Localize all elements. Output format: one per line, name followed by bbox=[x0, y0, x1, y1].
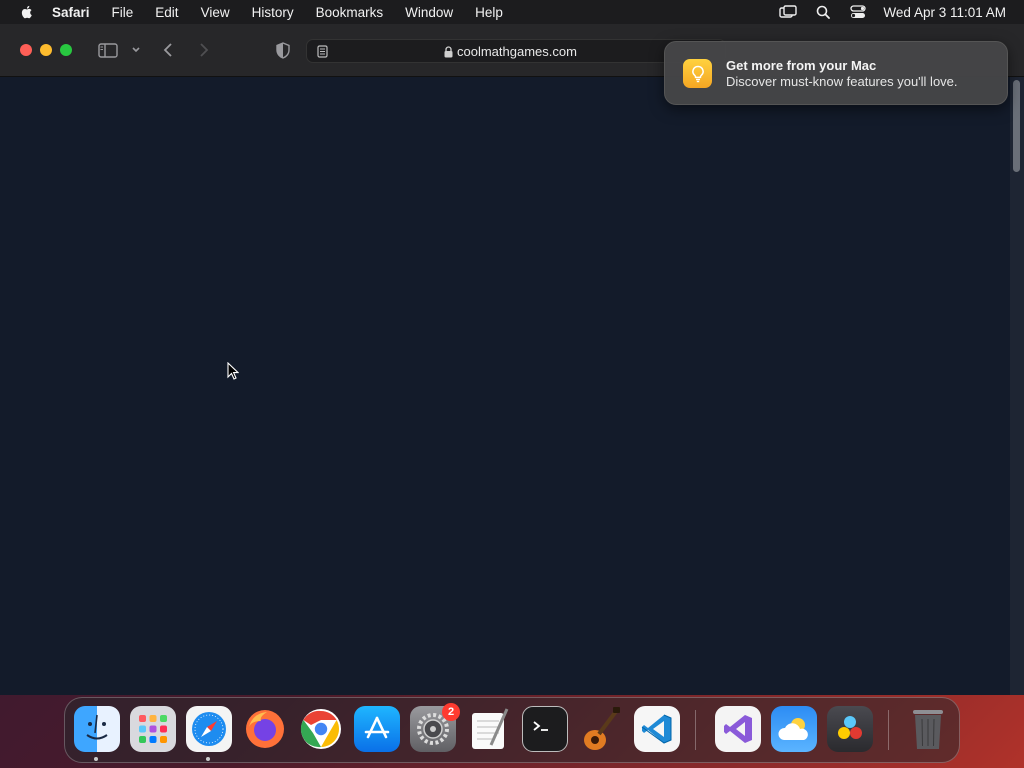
sidebar-toggle-icon[interactable] bbox=[97, 40, 119, 60]
menu-window[interactable]: Window bbox=[405, 5, 453, 20]
menu-file[interactable]: File bbox=[112, 5, 134, 20]
dock-garageband-icon[interactable] bbox=[578, 706, 624, 752]
dock-safari-icon[interactable] bbox=[186, 706, 232, 752]
system-settings-badge: 2 bbox=[442, 703, 460, 721]
window-close-button[interactable] bbox=[20, 44, 32, 56]
reader-mode-icon[interactable] bbox=[317, 45, 328, 63]
window-minimize-button[interactable] bbox=[40, 44, 52, 56]
screen-mirroring-icon[interactable] bbox=[779, 4, 798, 20]
menu-bar-clock[interactable]: Wed Apr 3 11:01 AM bbox=[883, 5, 1006, 20]
dock-launchpad-icon[interactable] bbox=[130, 706, 176, 752]
mouse-cursor-icon bbox=[227, 362, 239, 380]
dock-separator bbox=[888, 710, 889, 750]
menu-bookmarks[interactable]: Bookmarks bbox=[316, 5, 384, 20]
tips-notification[interactable]: Get more from your Mac Discover must-kno… bbox=[664, 41, 1008, 105]
address-bar[interactable]: coolmathgames.com bbox=[306, 39, 726, 63]
menu-view[interactable]: View bbox=[201, 5, 230, 20]
lock-icon bbox=[444, 45, 453, 63]
dock-weather-icon[interactable] bbox=[771, 706, 817, 752]
dock-terminal-icon[interactable] bbox=[522, 706, 568, 752]
dock-trash-icon[interactable] bbox=[905, 706, 951, 752]
menu-bar: Safari File Edit View History Bookmarks … bbox=[0, 0, 1024, 24]
menu-edit[interactable]: Edit bbox=[155, 5, 178, 20]
control-center-icon[interactable] bbox=[849, 4, 867, 20]
dock-app-store-icon[interactable] bbox=[354, 706, 400, 752]
notification-body: Discover must-know features you'll love. bbox=[726, 74, 958, 89]
safari-running-indicator bbox=[206, 757, 210, 761]
dock-finder-icon[interactable] bbox=[74, 706, 120, 752]
dock-chrome-icon[interactable] bbox=[298, 706, 344, 752]
apple-logo-icon[interactable] bbox=[19, 4, 35, 20]
scrollbar-thumb[interactable] bbox=[1013, 80, 1020, 172]
dock-vscode-icon[interactable] bbox=[634, 706, 680, 752]
menu-app-name[interactable]: Safari bbox=[52, 5, 90, 20]
safari-window: coolmathgames.com bbox=[0, 24, 1024, 695]
dock-firefox-icon[interactable] bbox=[242, 706, 288, 752]
finder-running-indicator bbox=[94, 757, 98, 761]
menu-history[interactable]: History bbox=[252, 5, 294, 20]
dock: 2 bbox=[64, 697, 960, 763]
notification-title: Get more from your Mac bbox=[726, 58, 877, 73]
web-content-area[interactable] bbox=[0, 77, 1010, 695]
tab-groups-chevron-down-icon[interactable] bbox=[130, 40, 142, 60]
tips-lightbulb-icon bbox=[683, 59, 712, 88]
spotlight-search-icon[interactable] bbox=[814, 4, 832, 20]
privacy-shield-icon[interactable] bbox=[274, 40, 292, 60]
menu-help[interactable]: Help bbox=[475, 5, 503, 20]
dock-textedit-icon[interactable] bbox=[466, 706, 512, 752]
back-chevron-icon[interactable] bbox=[160, 40, 176, 60]
window-zoom-button[interactable] bbox=[60, 44, 72, 56]
forward-chevron-icon[interactable] bbox=[196, 40, 212, 60]
dock-visual-studio-icon[interactable] bbox=[715, 706, 761, 752]
dock-separator bbox=[695, 710, 696, 750]
dock-davinci-resolve-icon[interactable] bbox=[827, 706, 873, 752]
menu-bar-status-area: Wed Apr 3 11:01 AM bbox=[762, 0, 1006, 24]
url-text[interactable]: coolmathgames.com bbox=[457, 44, 577, 59]
